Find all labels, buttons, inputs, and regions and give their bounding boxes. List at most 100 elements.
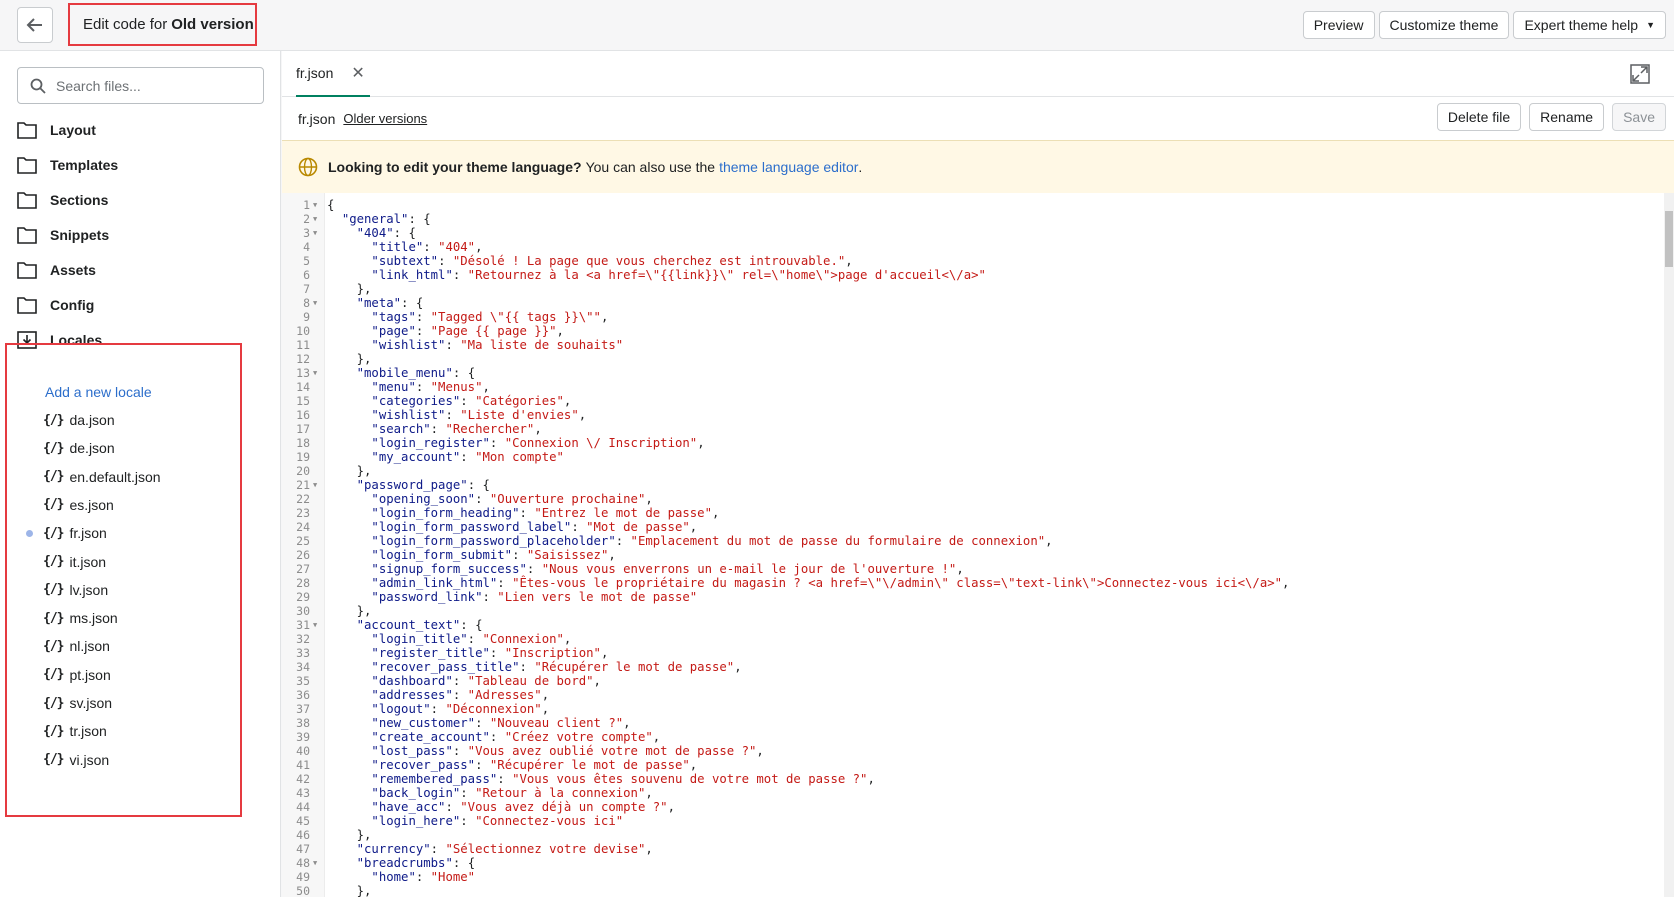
fold-toggle-icon[interactable]: ▼ [313,478,317,492]
folder-sections[interactable]: Sections [17,188,108,212]
code-text: }, [327,604,372,618]
expand-icon[interactable] [1630,64,1650,84]
locale-file-label: es.json [69,496,114,513]
code-text: "search": "Rechercher", [371,422,542,436]
json-string: "Désolé ! La page que vous cherchez est … [452,254,846,268]
line-number: 19 [296,450,310,464]
locale-file-nl-json[interactable]: {/} nl.json [43,635,110,657]
json-string: "Saisissez" [526,548,609,562]
search-files-input[interactable] [56,77,246,94]
json-key: "remembered_pass" [371,772,498,786]
add-locale-link[interactable]: Add a new locale [45,384,152,400]
file-bar: fr.json Older versions Delete file Renam… [282,97,1674,140]
json-key: "admin_link_html" [371,576,498,590]
code-line: 35 "dashboard": "Tableau de bord", [282,674,1662,688]
code-text: "recover_pass_title": "Récupérer le mot … [371,660,742,674]
locale-file-ms-json[interactable]: {/} ms.json [43,607,118,629]
code-text: "currency": "Sélectionnez votre devise", [356,842,653,856]
line-number: 33 [296,646,310,660]
folder-label: Snippets [50,227,110,243]
rename-button[interactable]: Rename [1529,103,1605,131]
locale-file-de-json[interactable]: {/} de.json [43,437,115,459]
json-key: "login_form_password_placeholder" [371,534,616,548]
json-key: "opening_soon" [371,492,476,506]
folder-config[interactable]: Config [17,293,94,317]
save-button[interactable]: Save [1612,103,1666,131]
locale-file-tr-json[interactable]: {/} tr.json [43,720,107,742]
folder-templates[interactable]: Templates [17,153,118,177]
json-key: "account_text" [356,618,461,632]
code-line: 42 "remembered_pass": "Vous vous êtes so… [282,772,1662,786]
locale-file-label: fr.json [69,525,107,542]
locale-file-es-json[interactable]: {/} es.json [43,494,114,516]
locale-file-pt-json[interactable]: {/} pt.json [43,664,111,686]
code-line: 44 "have_acc": "Vous avez déjà un compte… [282,800,1662,814]
locale-file-vi-json[interactable]: {/} vi.json [43,749,109,771]
code-line: 40 "lost_pass": "Vous avez oublié votre … [282,744,1662,758]
folder-snippets[interactable]: Snippets [17,223,109,247]
json-string: "Connexion" [482,632,564,646]
code-text: "title": "404", [371,240,483,254]
folder-layout[interactable]: Layout [17,118,96,142]
locale-file-en-default-json[interactable]: {/} en.default.json [43,466,161,488]
code-line: 28 "admin_link_html": "Êtes-vous le prop… [282,576,1662,590]
delete-file-button[interactable]: Delete file [1436,103,1522,131]
locale-file-lv-json[interactable]: {/} lv.json [43,579,108,601]
expert-theme-help-button[interactable]: Expert theme help ▼ [1513,11,1666,39]
locale-file-da-json[interactable]: {/} da.json [43,409,115,431]
code-text: }, [327,884,372,897]
json-key: "categories" [371,394,461,408]
json-key: "menu" [371,380,416,394]
preview-button[interactable]: Preview [1302,11,1375,39]
folder-assets[interactable]: Assets [17,258,96,282]
locale-file-sv-json[interactable]: {/} sv.json [43,692,112,714]
folder-icon [17,157,37,174]
json-key: "wishlist" [371,338,446,352]
code-line: 43 "back_login": "Retour à la connexion"… [282,786,1662,800]
json-key: "login_register" [371,436,490,450]
line-number: 35 [296,674,310,688]
json-key: "recover_pass_title" [371,660,520,674]
close-icon[interactable]: ✕ [351,63,364,83]
json-string: "Rechercher" [445,422,535,436]
fold-toggle-icon[interactable]: ▼ [313,366,317,380]
line-number: 39 [296,730,310,744]
code-text: }, [327,352,372,366]
line-number: 2 [303,212,310,226]
locale-file-fr-json[interactable]: {/} fr.json [26,522,107,544]
line-number: 22 [296,492,310,506]
fold-toggle-icon[interactable]: ▼ [313,212,317,226]
code-line: 29 "password_link": "Lien vers le mot de… [282,590,1662,604]
customize-theme-button[interactable]: Customize theme [1378,11,1510,39]
editor-scrollbar[interactable] [1664,193,1674,897]
older-versions-link[interactable]: Older versions [343,111,427,126]
json-key: "link_html" [371,268,453,282]
fold-toggle-icon[interactable]: ▼ [313,226,317,240]
page-title-prefix: Edit code for [83,16,168,33]
theme-language-editor-link[interactable]: theme language editor [719,159,858,175]
arrow-left-icon [26,18,42,32]
locale-file-it-json[interactable]: {/} it.json [43,551,106,573]
back-button[interactable] [17,7,53,43]
code-text: "logout": "Déconnexion", [371,702,550,716]
locale-file-label: ms.json [69,610,118,627]
folder-label: Sections [50,192,109,208]
code-line: 5 "subtext": "Désolé ! La page que vous … [282,254,1662,268]
json-key: "mobile_menu" [356,366,453,380]
json-key: "password_link" [371,590,483,604]
tab-fr-json[interactable]: fr.json ✕ [296,51,370,97]
line-number: 47 [296,842,310,856]
fold-toggle-icon[interactable]: ▼ [313,856,317,870]
line-number: 36 [296,688,310,702]
locale-file-label: pt.json [69,666,111,683]
fold-toggle-icon[interactable]: ▼ [313,296,317,310]
line-number: 31 [296,618,310,632]
code-file-icon: {/} [43,752,65,768]
code-text: "account_text": { [356,618,483,632]
fold-toggle-icon[interactable]: ▼ [313,198,317,212]
scrollbar-thumb[interactable] [1665,211,1673,267]
fold-toggle-icon[interactable]: ▼ [313,618,317,632]
code-text: "lost_pass": "Vous avez oublié votre mot… [371,744,764,758]
code-editor[interactable]: 1 ▼{2 ▼ "general": {3 ▼ "404": {4 "title": … [282,193,1674,897]
line-number: 6 [303,268,310,282]
